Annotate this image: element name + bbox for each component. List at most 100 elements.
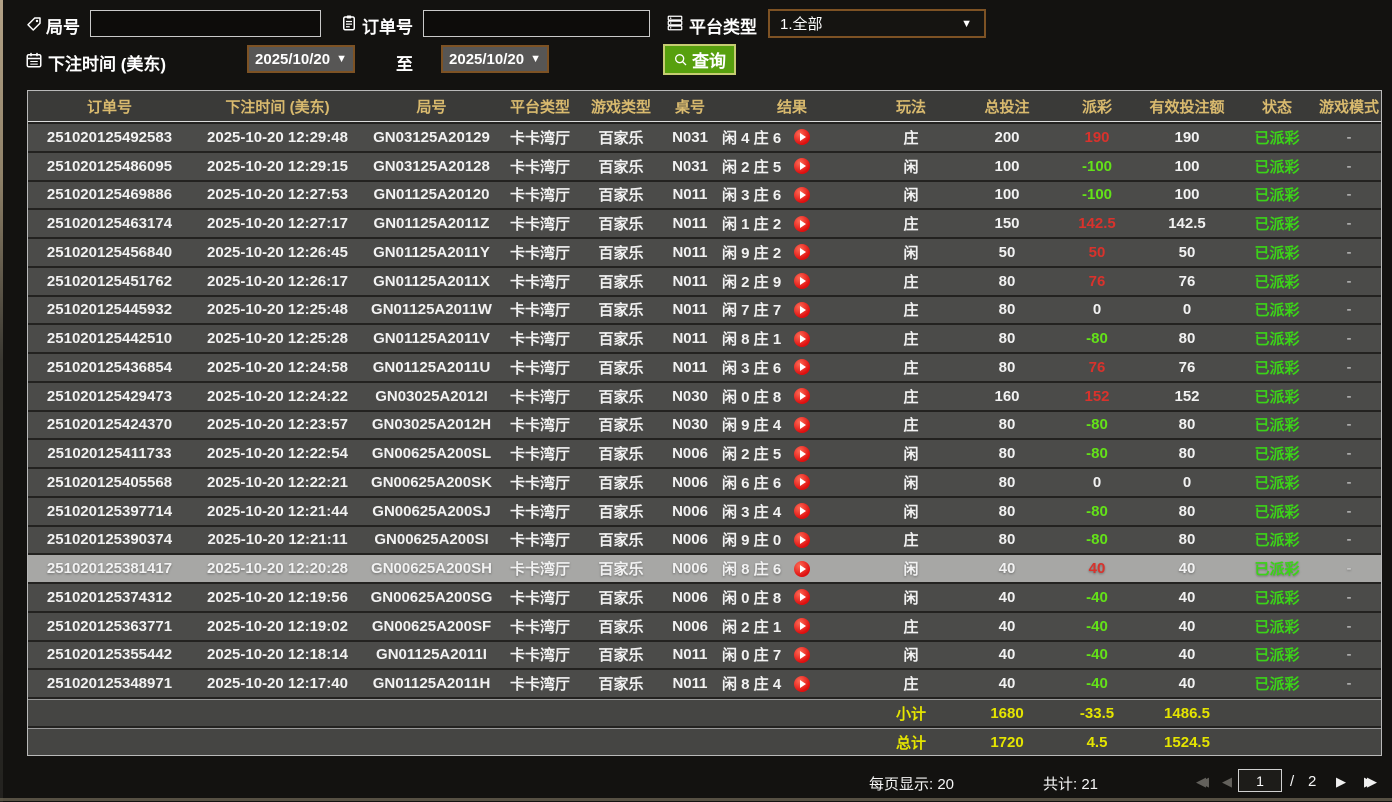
cell-game-mode: - bbox=[1346, 186, 1352, 204]
cell-game-type: 百家乐 bbox=[598, 216, 644, 234]
cell-platform-type: 卡卡湾厅 bbox=[509, 446, 570, 464]
order-number-input[interactable] bbox=[423, 10, 650, 37]
date-from-select[interactable]: 2025/10/20 ▼ bbox=[247, 45, 355, 73]
table-row[interactable]: 251020125355442 2025-10-20 12:18:14 GN0112… bbox=[28, 641, 1381, 669]
cell-platform-type: 卡卡湾厅 bbox=[509, 474, 570, 492]
play-icon[interactable] bbox=[794, 244, 810, 261]
cell-play-type: 庄 bbox=[903, 129, 919, 147]
cell-status: 已派彩 bbox=[1254, 187, 1300, 205]
result-text: 闲 2 庄 5 bbox=[722, 158, 782, 176]
cell-game-type: 百家乐 bbox=[598, 676, 644, 694]
table-row[interactable]: 251020125424370 2025-10-20 12:23:57 GN0302… bbox=[28, 411, 1381, 439]
table-row[interactable]: 251020125405568 2025-10-20 12:22:21 GN0062… bbox=[28, 469, 1381, 496]
play-icon[interactable] bbox=[794, 675, 810, 692]
page-number-input[interactable] bbox=[1238, 769, 1282, 792]
last-page-icon[interactable]: ▶▶ bbox=[1364, 773, 1377, 791]
cell-valid-bet: 152 bbox=[1174, 387, 1200, 405]
cell-platform-type: 卡卡湾厅 bbox=[509, 216, 570, 234]
cell-valid-bet: 40 bbox=[1178, 588, 1196, 606]
cell-game-type: 百家乐 bbox=[598, 331, 644, 349]
grand-total-total-bet: 1720 bbox=[990, 733, 1024, 751]
cell-bet-time: 2025-10-20 12:17:40 bbox=[207, 675, 348, 693]
server-icon bbox=[666, 14, 684, 32]
table-row[interactable]: 251020125363771 2025-10-20 12:19:02 GN0062… bbox=[28, 612, 1381, 640]
cell-total-bet: 80 bbox=[998, 301, 1016, 319]
query-button[interactable]: 查询 bbox=[663, 44, 736, 75]
column-header-2: 局号 bbox=[416, 98, 447, 116]
cell-status: 已派彩 bbox=[1254, 302, 1300, 320]
cell-game-type: 百家乐 bbox=[598, 129, 644, 147]
play-icon[interactable] bbox=[794, 646, 810, 663]
table-row[interactable]: 251020125381417 2025-10-20 12:20:28 GN0062… bbox=[28, 555, 1381, 582]
play-icon[interactable] bbox=[794, 416, 810, 433]
cell-result: 闲 2 庄 5 bbox=[719, 443, 865, 464]
cell-game-mode: - bbox=[1346, 617, 1352, 635]
play-icon[interactable] bbox=[794, 158, 810, 175]
play-icon[interactable] bbox=[794, 445, 810, 462]
cell-play-type: 庄 bbox=[903, 676, 919, 694]
table-row[interactable]: 251020125374312 2025-10-20 12:19:56 GN0062… bbox=[28, 584, 1381, 611]
table-row[interactable]: 251020125492583 2025-10-20 12:29:48 GN0312… bbox=[28, 124, 1381, 151]
play-icon[interactable] bbox=[794, 531, 810, 548]
cell-round-number: GN03125A20128 bbox=[373, 157, 490, 175]
table-row[interactable]: 251020125463174 2025-10-20 12:27:17 GN0112… bbox=[28, 210, 1381, 237]
table-row[interactable]: 251020125469886 2025-10-20 12:27:53 GN0112… bbox=[28, 181, 1381, 209]
cell-game-type: 百家乐 bbox=[598, 647, 644, 665]
cell-table-number: N011 bbox=[672, 215, 708, 233]
table-row[interactable]: 251020125348971 2025-10-20 12:17:40 GN0112… bbox=[28, 670, 1381, 697]
table-row[interactable]: 251020125436854 2025-10-20 12:24:58 GN0112… bbox=[28, 354, 1381, 381]
cell-round-number: GN03125A20129 bbox=[373, 128, 490, 146]
cell-game-type: 百家乐 bbox=[598, 561, 644, 579]
result-text: 闲 9 庄 0 bbox=[722, 532, 782, 550]
play-icon[interactable] bbox=[794, 273, 810, 290]
cell-round-number: GN00625A200SH bbox=[371, 560, 492, 578]
table-row[interactable]: 251020125397714 2025-10-20 12:21:44 GN0062… bbox=[28, 497, 1381, 525]
next-page-icon[interactable]: ▶ bbox=[1336, 773, 1346, 791]
cell-game-type: 百家乐 bbox=[598, 302, 644, 320]
table-row[interactable]: 251020125456840 2025-10-20 12:26:45 GN0112… bbox=[28, 239, 1381, 266]
first-page-icon[interactable]: ◀◀ bbox=[1196, 773, 1209, 791]
table-body: 251020125492583 2025-10-20 12:29:48 GN0312… bbox=[28, 124, 1381, 697]
cell-round-number: GN00625A200SI bbox=[374, 531, 489, 549]
table-row[interactable]: 251020125451762 2025-10-20 12:26:17 GN0112… bbox=[28, 267, 1381, 295]
play-icon[interactable] bbox=[794, 560, 810, 577]
cell-game-mode: - bbox=[1346, 531, 1352, 549]
grand-total-payout: 4.5 bbox=[1086, 733, 1108, 751]
cell-play-type: 闲 bbox=[903, 446, 919, 464]
play-icon[interactable] bbox=[794, 503, 810, 520]
play-icon[interactable] bbox=[794, 215, 810, 232]
cell-game-mode: - bbox=[1346, 330, 1352, 348]
cell-game-mode: - bbox=[1346, 473, 1352, 491]
play-icon[interactable] bbox=[794, 359, 810, 376]
play-icon[interactable] bbox=[794, 618, 810, 635]
prev-page-icon[interactable]: ◀ bbox=[1222, 773, 1232, 791]
table-row[interactable]: 251020125445932 2025-10-20 12:25:48 GN0112… bbox=[28, 296, 1381, 324]
grand-total-label: 总计 bbox=[895, 734, 926, 752]
table-row[interactable]: 251020125486095 2025-10-20 12:29:15 GN0312… bbox=[28, 152, 1381, 180]
round-number-input[interactable] bbox=[90, 10, 321, 37]
table-row[interactable]: 251020125442510 2025-10-20 12:25:28 GN0112… bbox=[28, 325, 1381, 352]
play-icon[interactable] bbox=[794, 589, 810, 606]
cell-bet-time: 2025-10-20 12:24:58 bbox=[207, 358, 348, 376]
cell-result: 闲 4 庄 6 bbox=[719, 127, 865, 148]
subtotal-total-bet: 1680 bbox=[990, 704, 1024, 722]
play-icon[interactable] bbox=[794, 388, 810, 405]
play-icon[interactable] bbox=[794, 186, 810, 203]
cell-payout: -80 bbox=[1086, 416, 1108, 434]
cell-bet-time: 2025-10-20 12:23:57 bbox=[207, 416, 348, 434]
cell-round-number: GN01125A2011Y bbox=[373, 243, 490, 261]
cell-status: 已派彩 bbox=[1254, 388, 1300, 406]
platform-type-select[interactable]: 1.全部 ▼ bbox=[768, 9, 986, 38]
table-row[interactable]: 251020125390374 2025-10-20 12:21:11 GN0062… bbox=[28, 526, 1381, 554]
cell-table-number: N006 bbox=[672, 445, 708, 463]
column-header-6: 结果 bbox=[776, 98, 807, 116]
table-row[interactable]: 251020125411733 2025-10-20 12:22:54 GN0062… bbox=[28, 440, 1381, 467]
date-to-select[interactable]: 2025/10/20 ▼ bbox=[441, 45, 549, 73]
platform-type-value: 1.全部 bbox=[780, 16, 823, 33]
play-icon[interactable] bbox=[794, 474, 810, 491]
cell-bet-time: 2025-10-20 12:25:28 bbox=[207, 330, 348, 348]
table-row[interactable]: 251020125429473 2025-10-20 12:24:22 GN0302… bbox=[28, 382, 1381, 410]
play-icon[interactable] bbox=[794, 129, 810, 146]
play-icon[interactable] bbox=[794, 330, 810, 347]
play-icon[interactable] bbox=[794, 301, 810, 318]
